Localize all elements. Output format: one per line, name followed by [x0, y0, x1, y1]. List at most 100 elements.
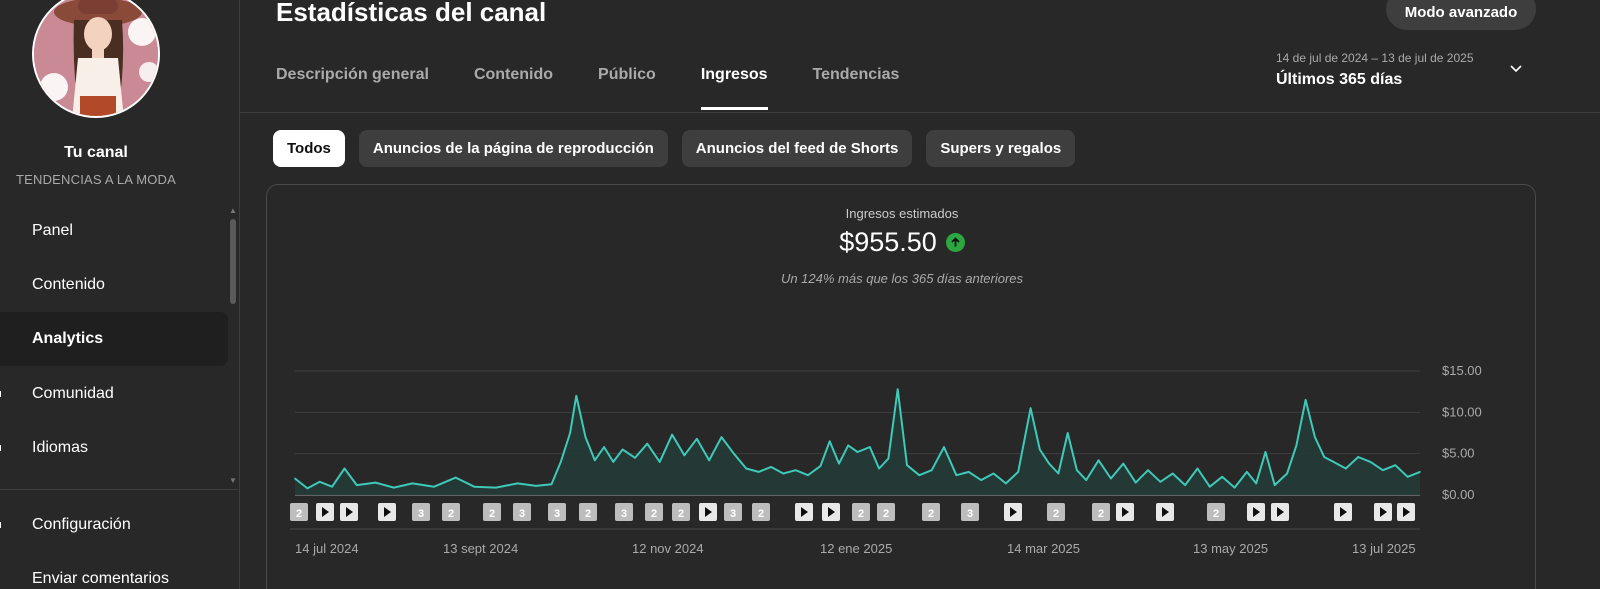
- upload-marker[interactable]: 2: [483, 503, 501, 521]
- marker-count: 2: [585, 508, 591, 520]
- data-point: [955, 474, 958, 476]
- upload-marker[interactable]: [1004, 503, 1022, 521]
- data-point: [1005, 482, 1007, 485]
- upload-marker[interactable]: [1397, 503, 1415, 521]
- data-point: [1066, 432, 1069, 434]
- data-point: [819, 465, 822, 467]
- data-point: [887, 457, 890, 460]
- data-point: [745, 467, 748, 470]
- data-point: [1273, 484, 1276, 486]
- data-point: [906, 464, 908, 467]
- marker-count: 2: [1213, 508, 1219, 520]
- data-point: [980, 479, 982, 481]
- upload-marker[interactable]: 3: [615, 503, 633, 521]
- data-point: [1171, 472, 1174, 475]
- upload-marker[interactable]: 2: [852, 503, 870, 521]
- data-point: [495, 486, 497, 489]
- data-point: [757, 471, 760, 473]
- upload-marker[interactable]: 2: [1207, 503, 1225, 521]
- upload-marker[interactable]: [1116, 503, 1134, 521]
- data-point: [930, 469, 933, 472]
- data-point: [671, 433, 673, 436]
- data-point: [1357, 456, 1359, 458]
- data-point: [575, 395, 578, 397]
- upload-marker[interactable]: [795, 503, 813, 521]
- revenue-chart[interactable]: $15.00$10.00$5.00$0.00 23223323223222232…: [0, 0, 1600, 589]
- data-point: [621, 448, 624, 451]
- upload-marker[interactable]: 2: [290, 503, 308, 521]
- upload-marker[interactable]: [1247, 503, 1265, 521]
- marker-count: 2: [448, 508, 454, 520]
- marker-count: 2: [296, 508, 302, 520]
- data-point: [1345, 467, 1347, 470]
- data-point: [1323, 456, 1325, 458]
- data-point: [1304, 399, 1307, 401]
- chart-y-axis: $15.00 $10.00 $5.00 $0.00: [1442, 363, 1482, 502]
- x-tick-label: 12 ene 2025: [820, 541, 892, 556]
- upload-marker[interactable]: [822, 503, 840, 521]
- data-point: [433, 485, 435, 488]
- data-point: [869, 446, 871, 448]
- upload-marker[interactable]: 2: [579, 503, 597, 521]
- chart-x-axis: 14 jul 2024 13 sept 2024 12 nov 2024 12 ene…: [290, 528, 1420, 556]
- upload-marker[interactable]: [1271, 503, 1289, 521]
- data-point: [658, 461, 661, 463]
- upload-marker[interactable]: 2: [442, 503, 460, 521]
- marker-count: 3: [730, 508, 736, 520]
- upload-marker[interactable]: 3: [513, 503, 531, 521]
- upload-marker[interactable]: 2: [1092, 503, 1110, 521]
- upload-marker[interactable]: [1334, 503, 1352, 521]
- data-point: [559, 461, 562, 463]
- data-point: [1085, 479, 1088, 481]
- upload-marker[interactable]: 2: [877, 503, 895, 521]
- data-point: [1076, 469, 1078, 472]
- data-point: [1039, 448, 1041, 451]
- upload-marker[interactable]: 3: [961, 503, 979, 521]
- data-point: [807, 474, 809, 476]
- data-point: [720, 436, 723, 438]
- data-point: [1221, 476, 1223, 478]
- data-point: [550, 483, 553, 486]
- data-point: [1134, 481, 1137, 484]
- data-point: [683, 454, 686, 457]
- data-point: [1286, 472, 1288, 475]
- upload-marker[interactable]: [340, 503, 358, 521]
- data-point: [612, 461, 615, 463]
- upload-marker[interactable]: [316, 503, 334, 521]
- data-point: [535, 485, 537, 487]
- data-point: [473, 485, 476, 488]
- upload-marker[interactable]: [1156, 503, 1174, 521]
- data-point: [1314, 436, 1316, 438]
- upload-marker[interactable]: 3: [412, 503, 430, 521]
- data-point: [393, 486, 395, 489]
- data-point: [331, 485, 333, 488]
- chart-area-layer: [294, 388, 1421, 495]
- upload-marker[interactable]: [699, 503, 717, 521]
- upload-marker[interactable]: 2: [1047, 503, 1065, 521]
- upload-marker[interactable]: [1374, 503, 1392, 521]
- upload-marker[interactable]: 2: [752, 503, 770, 521]
- data-point: [878, 467, 880, 470]
- chart-markers: 2 3 2 2 3 3 2 3 2 2 3 2 2 2 2 3 2 2 2: [290, 503, 1415, 521]
- data-point: [584, 436, 587, 438]
- y-tick-label: $15.00: [1442, 363, 1482, 378]
- data-point: [1369, 461, 1372, 463]
- upload-marker[interactable]: 2: [645, 503, 663, 521]
- data-point: [828, 440, 831, 443]
- data-point: [992, 472, 995, 475]
- data-point: [1147, 469, 1149, 472]
- upload-marker[interactable]: 3: [548, 503, 566, 521]
- data-point: [454, 476, 457, 479]
- data-point: [411, 482, 414, 485]
- data-point: [306, 487, 309, 490]
- data-point: [294, 477, 296, 480]
- data-point: [593, 459, 596, 462]
- data-point: [1382, 469, 1384, 472]
- data-point: [356, 484, 358, 486]
- data-point: [1246, 471, 1248, 473]
- data-point: [1295, 444, 1298, 447]
- upload-marker[interactable]: 2: [672, 503, 690, 521]
- upload-marker[interactable]: 3: [724, 503, 742, 521]
- upload-marker[interactable]: [378, 503, 396, 521]
- upload-marker[interactable]: 2: [922, 503, 940, 521]
